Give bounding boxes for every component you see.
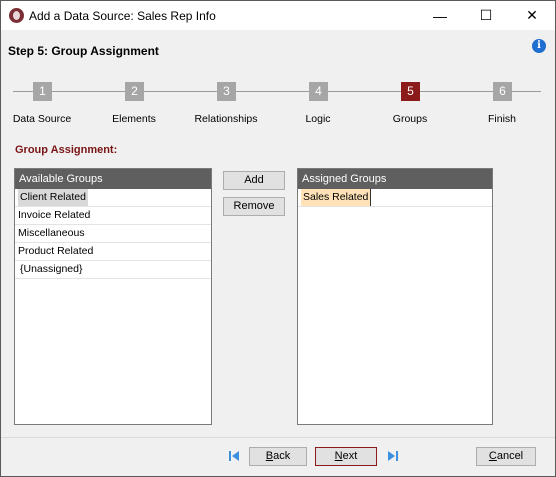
wizard-step-label-data-source: Data Source [12,113,72,125]
assigned-groups-header: Assigned Groups [298,169,492,189]
section-title: Group Assignment: [15,144,118,156]
wizard-step-label-elements: Elements [112,113,156,125]
remove-button[interactable]: Remove [223,197,285,216]
cancel-button-mnemonic: C [488,450,497,462]
assigned-groups-list[interactable]: Assigned Groups Sales Related [297,168,493,425]
step-title: Step 5: Group Assignment [8,44,159,58]
wizard-step-label-relationships: Relationships [194,113,258,125]
next-button-mnemonic: N [334,450,343,462]
minimize-button[interactable]: — [417,1,463,30]
skip-first-icon[interactable] [228,450,240,462]
available-group-item[interactable]: Product Related [15,243,211,261]
wizard-step-label-groups: Groups [392,113,428,125]
available-group-item-label: Client Related [18,189,88,206]
cancel-button[interactable]: Cancel [476,447,536,466]
next-button[interactable]: Next [315,447,377,466]
wizard-step-3[interactable]: 3 [217,82,236,101]
back-button[interactable]: Back [249,447,307,466]
wizard-step-5-active[interactable]: 5 [401,82,420,101]
available-group-item[interactable]: {Unassigned} [15,261,211,279]
cancel-button-label: ancel [496,450,524,462]
wizard-step-2[interactable]: 2 [125,82,144,101]
available-group-item[interactable]: Invoice Related [15,207,211,225]
maximize-button[interactable]: ☐ [463,1,509,30]
back-button-label: ack [273,450,291,462]
footer-separator [1,437,555,438]
skip-last-icon[interactable] [387,450,399,462]
close-button[interactable]: ✕ [509,1,555,30]
back-button-mnemonic: B [265,450,274,462]
dialog-window: Add a Data Source: Sales Rep Info — ☐ ✕ … [0,0,556,477]
next-button-label: ext [342,450,358,462]
window-title: Add a Data Source: Sales Rep Info [29,9,216,23]
available-groups-header: Available Groups [15,169,211,189]
available-group-item[interactable]: Miscellaneous [15,225,211,243]
wizard-step-1[interactable]: 1 [33,82,52,101]
info-icon[interactable]: i [532,39,546,53]
wizard-step-6[interactable]: 6 [493,82,512,101]
assigned-group-item[interactable]: Sales Related [298,189,492,207]
available-groups-list[interactable]: Available Groups Client Related Invoice … [14,168,212,425]
app-logo-icon [9,8,24,23]
available-group-item[interactable]: Client Related [15,189,211,207]
wizard-step-4[interactable]: 4 [309,82,328,101]
add-button[interactable]: Add [223,171,285,190]
assigned-group-item-label: Sales Related [301,189,372,206]
wizard-step-label-logic: Logic [305,113,331,125]
title-bar: Add a Data Source: Sales Rep Info — ☐ ✕ [1,1,555,30]
wizard-step-label-finish: Finish [487,113,517,125]
step-header: Step 5: Group Assignment [1,30,555,79]
wizard-progress-line [13,91,541,92]
